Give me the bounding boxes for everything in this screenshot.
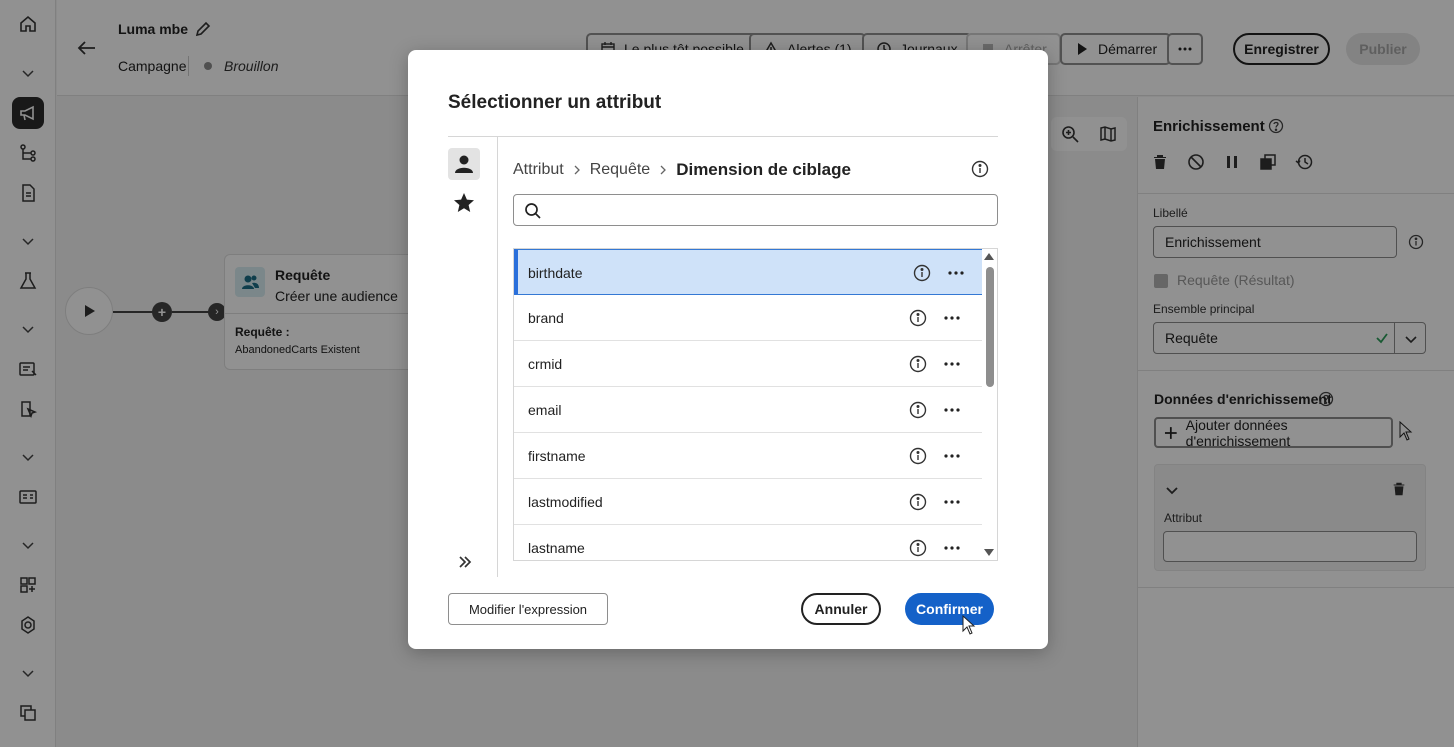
confirm-button[interactable]: Confirmer (905, 593, 994, 625)
more-icon[interactable] (942, 401, 962, 419)
more-icon[interactable] (942, 493, 962, 511)
info-icon[interactable] (909, 493, 927, 511)
rail-divider (497, 137, 498, 577)
user-icon (455, 155, 473, 173)
star-icon (454, 193, 474, 212)
favorites-tab[interactable] (450, 189, 478, 217)
attribute-name: lastmodified (528, 494, 603, 510)
dialog-divider (448, 136, 998, 137)
more-icon[interactable] (942, 539, 962, 557)
cursor-icon (962, 615, 976, 635)
info-icon[interactable] (909, 309, 927, 327)
attribute-name: brand (528, 310, 564, 326)
attribute-name: firstname (528, 448, 586, 464)
attribute-row[interactable]: lastmodified (514, 479, 983, 525)
search-input[interactable] (550, 199, 990, 221)
edit-expression-button[interactable]: Modifier l'expression (448, 593, 608, 625)
double-chevron-right-icon (459, 556, 472, 568)
scrollbar-thumb[interactable] (986, 267, 994, 387)
attribute-row[interactable]: crmid (514, 341, 983, 387)
breadcrumb-item[interactable]: Attribut (513, 161, 564, 179)
attribute-list: lastname lastmodified firstname email crmid b… (513, 248, 998, 561)
scroll-down-arrow[interactable] (984, 549, 994, 556)
info-icon[interactable] (909, 355, 927, 373)
cancel-button[interactable]: Annuler (801, 593, 881, 625)
chevron-right-icon (660, 165, 667, 175)
info-icon[interactable] (909, 401, 927, 419)
search-icon (525, 203, 541, 219)
attribute-row[interactable]: birthdate (514, 249, 983, 295)
more-icon[interactable] (942, 355, 962, 373)
attribute-row[interactable]: lastname (514, 525, 983, 560)
more-icon[interactable] (946, 264, 966, 282)
chevron-right-icon (574, 165, 580, 175)
expand-rail-button[interactable] (455, 552, 475, 572)
info-icon[interactable] (971, 160, 989, 178)
attribute-name: birthdate (528, 265, 583, 281)
scroll-up-arrow[interactable] (984, 253, 994, 260)
attribute-name: lastname (528, 540, 585, 556)
select-attribute-dialog: Sélectionner un attribut Attribut Requêt… (408, 50, 1048, 649)
attribute-row[interactable]: brand (514, 295, 983, 341)
more-icon[interactable] (942, 309, 962, 327)
info-icon[interactable] (909, 447, 927, 465)
info-icon[interactable] (909, 539, 927, 557)
info-icon[interactable] (913, 264, 931, 282)
attribute-name: crmid (528, 356, 563, 372)
breadcrumb-current: Dimension de ciblage (676, 160, 851, 179)
breadcrumb-item[interactable]: Requête (590, 161, 651, 179)
scrollbar[interactable] (982, 249, 997, 560)
attribute-row[interactable]: firstname (514, 433, 983, 479)
profile-attributes-tab[interactable] (448, 148, 480, 180)
attribute-breadcrumb: Attribut Requête Dimension de ciblage (513, 160, 851, 180)
attribute-name: email (528, 402, 562, 418)
attribute-search (513, 194, 998, 226)
dialog-title: Sélectionner un attribut (448, 92, 662, 113)
attribute-row[interactable]: email (514, 387, 983, 433)
more-icon[interactable] (942, 447, 962, 465)
